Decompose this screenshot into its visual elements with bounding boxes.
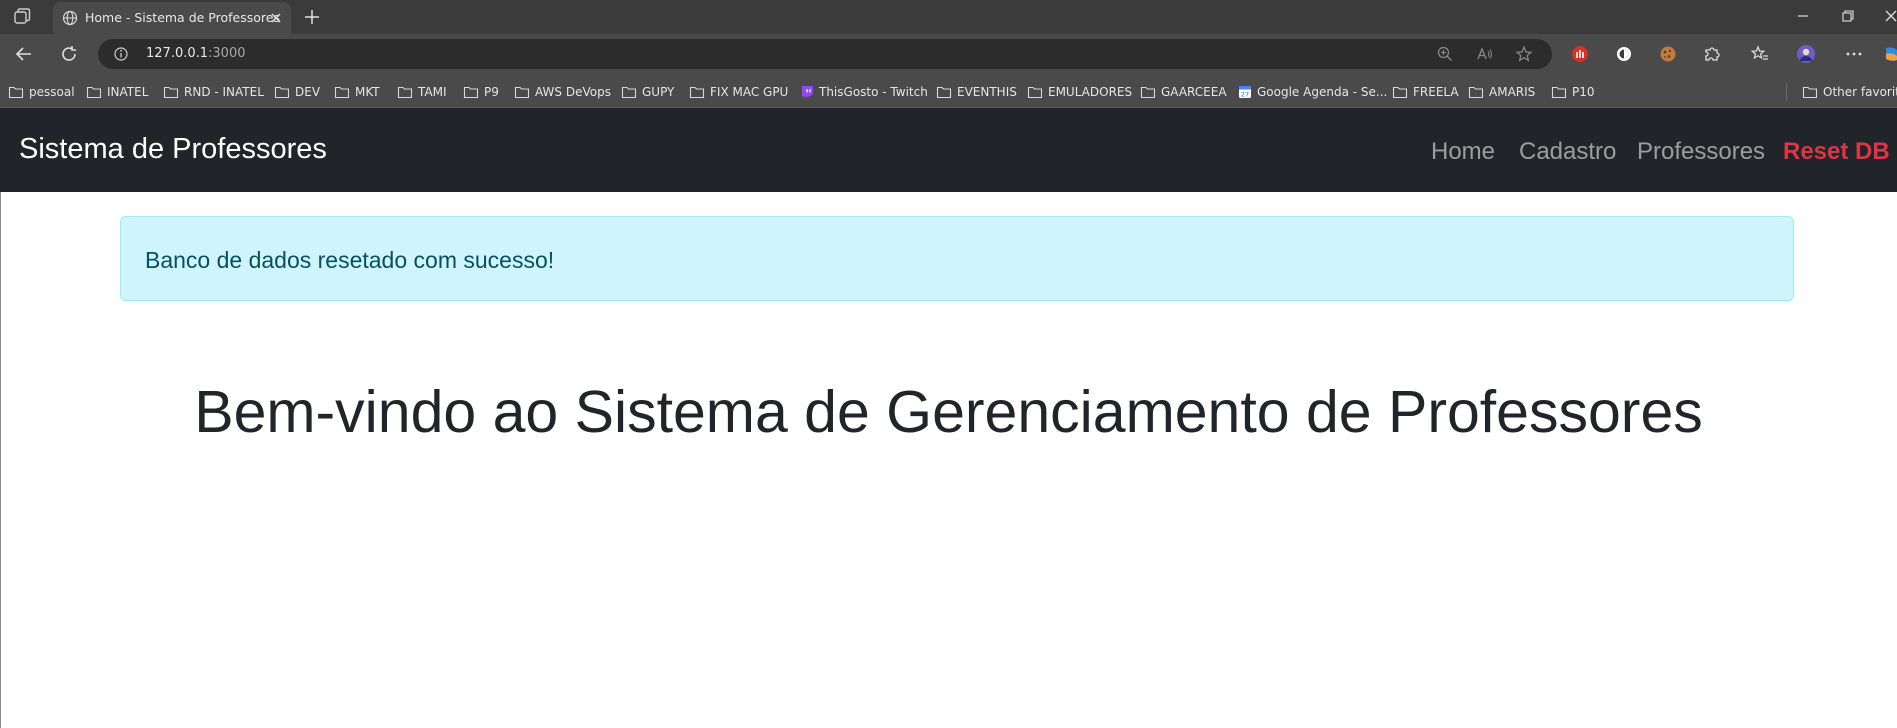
globe-icon: [62, 10, 78, 26]
bookmark-folder[interactable]: FREELA: [1392, 83, 1459, 101]
info-icon[interactable]: [114, 47, 128, 61]
folder-icon: [334, 86, 350, 99]
folder-icon: [1027, 86, 1043, 99]
bookmark-folder[interactable]: GAARCEEA: [1140, 83, 1227, 101]
folder-icon: [514, 86, 530, 99]
restore-window-icon[interactable]: [1840, 8, 1856, 24]
bookmark-folder[interactable]: RND - INATEL: [163, 83, 264, 101]
bookmark-label: EMULADORES: [1048, 85, 1133, 99]
folder-icon: [274, 86, 290, 99]
bookmarks-bar: pessoal INATEL RND - INATEL DEV MKT TAMI…: [0, 74, 1897, 108]
svg-text:27: 27: [1241, 91, 1249, 99]
reload-icon[interactable]: [59, 44, 79, 64]
bookmark-label: FIX MAC GPU: [710, 85, 789, 99]
close-tab-icon[interactable]: [269, 11, 283, 25]
folder-icon: [621, 86, 637, 99]
bookmark-label: GUPY: [642, 85, 675, 99]
address-bar[interactable]: 127.0.0.1:3000: [98, 39, 1552, 69]
favorites-list-icon[interactable]: [1750, 44, 1770, 64]
browser-tab-bar: Home - Sistema de Professores: [0, 0, 1897, 34]
bookmark-label: INATEL: [107, 85, 149, 99]
folder-icon: [1468, 86, 1484, 99]
tab-actions-icon[interactable]: [12, 8, 32, 26]
site-navbar: Sistema de Professores Home Cadastro Pro…: [0, 108, 1897, 192]
url-port: :3000: [208, 46, 246, 61]
bookmark-folder[interactable]: EVENTHIS: [936, 83, 1017, 101]
bookmark-google-calendar[interactable]: 27 Google Agenda - Se...: [1238, 83, 1387, 101]
calendar-icon: 27: [1239, 86, 1251, 99]
navbar-brand[interactable]: Sistema de Professores: [19, 133, 327, 166]
extensions-puzzle-icon[interactable]: [1702, 44, 1722, 64]
profile-avatar-icon[interactable]: [1795, 44, 1815, 64]
alert-message: Banco de dados resetado com sucesso!: [145, 247, 555, 273]
folder-icon: [1140, 86, 1156, 99]
bookmark-folder[interactable]: DEV: [274, 83, 320, 101]
bookmark-folder[interactable]: EMULADORES: [1027, 83, 1132, 101]
bookmark-label: DEV: [295, 85, 321, 99]
extension-circle-icon[interactable]: [1614, 44, 1634, 64]
folder-icon: [86, 86, 102, 99]
bookmark-label: GAARCEEA: [1161, 85, 1227, 99]
tab-title: Home - Sistema de Professores: [85, 10, 280, 25]
bookmark-label: FREELA: [1413, 85, 1459, 99]
bookmark-label: P9: [484, 85, 499, 99]
page-title: Bem-vindo ao Sistema de Gerenciamento de…: [194, 379, 1703, 445]
bookmark-folder[interactable]: GUPY: [621, 83, 674, 101]
folder-icon: [936, 86, 952, 99]
read-aloud-icon[interactable]: [1476, 45, 1494, 63]
bookmark-label: EVENTHIS: [957, 85, 1017, 99]
nav-link-reset-db[interactable]: Reset DB: [1783, 138, 1890, 166]
nav-link-cadastro[interactable]: Cadastro: [1519, 138, 1616, 166]
zoom-icon[interactable]: [1436, 45, 1454, 63]
nav-link-home[interactable]: Home: [1431, 138, 1495, 166]
window-close-icon[interactable]: [1883, 8, 1897, 24]
bookmark-label: AWS DeVops: [535, 85, 611, 99]
bookmark-folder[interactable]: AWS DeVops: [514, 83, 611, 101]
nav-link-professores[interactable]: Professores: [1637, 138, 1765, 166]
bookmark-label: AMARIS: [1489, 85, 1536, 99]
back-arrow-icon[interactable]: [14, 44, 34, 64]
folder-icon: [1802, 86, 1818, 99]
cookie-icon[interactable]: [1658, 44, 1678, 64]
bookmark-folder[interactable]: pessoal: [8, 83, 75, 101]
more-options-icon[interactable]: [1844, 44, 1864, 64]
folder-icon: [463, 86, 479, 99]
bookmarks-divider: [1786, 83, 1787, 101]
bookmark-label: Other favorites: [1823, 85, 1897, 99]
bookmark-label: P10: [1572, 85, 1595, 99]
favorite-star-icon[interactable]: [1515, 45, 1533, 63]
bookmark-label: pessoal: [29, 85, 75, 99]
bookmark-label: MKT: [355, 85, 380, 99]
minimize-icon[interactable]: [1795, 8, 1811, 24]
folder-icon: [1551, 86, 1567, 99]
bookmark-other-favorites[interactable]: Other favorites: [1802, 83, 1897, 101]
bookmark-folder[interactable]: AMARIS: [1468, 83, 1535, 101]
browser-toolbar: 127.0.0.1:3000: [0, 34, 1897, 74]
bookmark-label: RND - INATEL: [184, 85, 264, 99]
twitch-icon: [802, 86, 813, 99]
bookmark-twitch[interactable]: ThisGosto - Twitch: [800, 83, 928, 101]
bookmark-folder[interactable]: INATEL: [86, 83, 148, 101]
bookmark-label: TAMI: [418, 85, 447, 99]
folder-icon: [163, 86, 179, 99]
extension-red-icon[interactable]: [1570, 44, 1590, 64]
folder-icon: [689, 86, 705, 99]
new-tab-plus-icon[interactable]: [303, 8, 321, 26]
copilot-icon[interactable]: [1884, 44, 1897, 64]
bookmark-folder[interactable]: TAMI: [397, 83, 447, 101]
bookmark-label: Google Agenda - Se...: [1257, 85, 1388, 99]
folder-icon: [1392, 86, 1408, 99]
bookmark-folder[interactable]: P10: [1551, 83, 1595, 101]
bookmark-folder[interactable]: FIX MAC GPU: [689, 83, 788, 101]
browser-tab-active[interactable]: Home - Sistema de Professores: [53, 2, 291, 34]
folder-icon: [397, 86, 413, 99]
bookmark-folder[interactable]: MKT: [334, 83, 380, 101]
url-host: 127.0.0.1: [146, 46, 209, 61]
folder-icon: [8, 86, 24, 99]
bookmark-label: ThisGosto - Twitch: [819, 85, 928, 99]
bookmark-folder[interactable]: P9: [463, 83, 499, 101]
success-alert: Banco de dados resetado com sucesso!: [120, 216, 1794, 301]
address-url[interactable]: 127.0.0.1:3000: [146, 46, 246, 61]
